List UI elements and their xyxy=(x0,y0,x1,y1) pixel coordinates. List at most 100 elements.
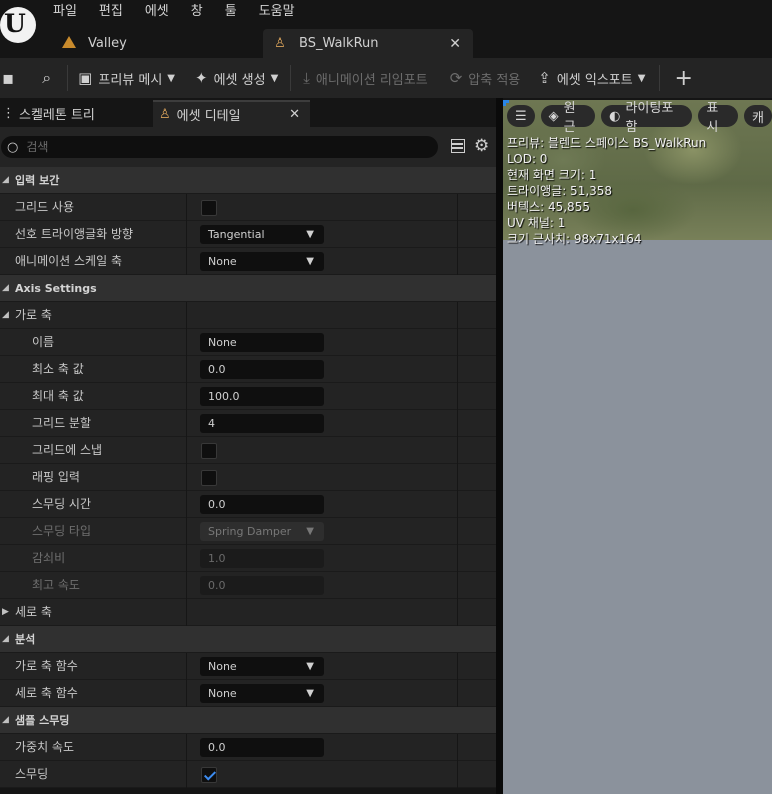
use-grid-checkbox[interactable] xyxy=(201,200,217,216)
details-icon: ♙ xyxy=(159,107,171,122)
chevron-down-icon: ▼ xyxy=(306,229,314,240)
stat-line: 트라이앵글: 51,358 xyxy=(507,184,613,198)
property-row: 최대 축 값 100.0 xyxy=(0,383,496,410)
save-button[interactable]: ▪ xyxy=(2,58,20,98)
smoothing-type-dropdown[interactable]: Spring Damper ▼ xyxy=(200,522,324,541)
show-button[interactable]: 표시 xyxy=(698,101,739,135)
max-axis-input[interactable]: 100.0 xyxy=(200,387,324,406)
category-sample-smoothing[interactable]: ◢ 샘플 스무딩 xyxy=(0,707,496,734)
category-axis-settings[interactable]: ◢ Axis Settings xyxy=(0,275,496,302)
panel-splitter[interactable] xyxy=(496,98,503,794)
property-label: 가로 축 xyxy=(15,308,52,322)
search-box[interactable]: ○ xyxy=(1,136,438,158)
stat-line: UV 채널: 1 xyxy=(507,216,566,230)
smoothing-checkbox[interactable] xyxy=(201,767,217,783)
horizontal-axis-function-dropdown[interactable]: None ▼ xyxy=(200,657,324,676)
lit-sphere-icon: ◐ xyxy=(609,108,621,124)
weight-speed-input[interactable]: 0.0 xyxy=(200,738,324,757)
tab-valley[interactable]: Valley xyxy=(52,29,260,58)
property-label: 이름 xyxy=(32,335,55,349)
expand-arrow-icon[interactable]: ◢ xyxy=(2,626,9,653)
stat-line: 현재 화면 크기: 1 xyxy=(507,168,597,182)
property-label: 스무딩 타입 xyxy=(32,524,92,538)
menu-window[interactable]: 창 xyxy=(191,3,203,21)
menu-asset[interactable]: 에셋 xyxy=(145,3,169,21)
property-label: 최대 축 값 xyxy=(32,389,84,403)
viewport-floor xyxy=(503,240,772,794)
property-row: 래핑 입력 xyxy=(0,464,496,491)
create-asset-button[interactable]: ✦ 에셋 생성 ▼ xyxy=(195,58,278,98)
viewport-stats-overlay: 프리뷰: 블렌드 스페이스 BS_WalkRun LOD: 0 현재 화면 크기… xyxy=(507,135,706,247)
animation-scale-axis-dropdown[interactable]: None ▼ xyxy=(200,252,324,271)
expand-arrow-icon[interactable]: ◢ xyxy=(2,275,9,302)
unreal-logo[interactable]: U xyxy=(0,7,36,43)
more-button[interactable]: 캐 xyxy=(744,105,772,127)
snap-to-grid-checkbox[interactable] xyxy=(201,443,217,459)
close-icon[interactable]: ✕ xyxy=(289,107,300,122)
tab-skeleton-tree[interactable]: ⋮ 스켈레톤 트리 xyxy=(0,100,150,127)
max-speed-input[interactable]: 0.0 xyxy=(200,576,324,595)
reimport-button[interactable]: ⤓ 애니메이션 리임포트 xyxy=(303,58,427,98)
toolbar: ▪ ⌕ ▣ 프리뷰 메시 ▼ ✦ 에셋 생성 ▼ ⤓ 애니메이션 리임포트 ⟳ … xyxy=(0,58,772,98)
horizontal-axis-row[interactable]: ◢ 가로 축 xyxy=(0,302,496,329)
perspective-button[interactable]: ◈ 원근 xyxy=(540,101,596,135)
preview-mesh-button[interactable]: ▣ 프리뷰 메시 ▼ xyxy=(78,58,175,98)
lit-mode-button[interactable]: ◐ 라이팅포함 xyxy=(601,101,693,135)
reimport-icon: ⤓ xyxy=(303,69,310,87)
property-row: 스무딩 시간 0.0 xyxy=(0,491,496,518)
chevron-down-icon: ▼ xyxy=(306,688,314,699)
tab-bs-walkrun[interactable]: ♙ BS_WalkRun ✕ xyxy=(263,29,473,58)
category-analysis[interactable]: ◢ 분석 xyxy=(0,626,496,653)
table-view-icon[interactable] xyxy=(451,139,465,153)
stat-line: LOD: 0 xyxy=(507,152,548,166)
preview-viewport[interactable]: ☰ ◈ 원근 ◐ 라이팅포함 표시 캐 프리뷰: 블렌드 스페이스 BS_Wal… xyxy=(503,100,772,794)
tab-asset-details[interactable]: ♙ 에셋 디테일 ✕ xyxy=(153,100,310,127)
menu-file[interactable]: 파일 xyxy=(53,3,77,21)
wrap-input-checkbox[interactable] xyxy=(201,470,217,486)
expand-arrow-icon[interactable]: ▶ xyxy=(2,599,9,626)
browse-button[interactable]: ⌕ xyxy=(42,58,57,98)
damping-ratio-input[interactable]: 1.0 xyxy=(200,549,324,568)
export-asset-button[interactable]: ⇪ 에셋 익스포트 ▼ xyxy=(538,58,645,98)
expand-arrow-icon[interactable]: ◢ xyxy=(2,302,9,329)
viewport-menu-button[interactable]: ☰ xyxy=(507,105,535,127)
add-button[interactable]: + xyxy=(674,58,692,98)
menu-tools[interactable]: 툴 xyxy=(225,3,237,21)
close-icon[interactable]: ✕ xyxy=(449,36,461,52)
min-axis-input[interactable]: 0.0 xyxy=(200,360,324,379)
property-label: 그리드에 스냅 xyxy=(32,443,103,457)
search-icon: ○ xyxy=(7,139,19,155)
apply-compression-button[interactable]: ⟳ 압축 적용 xyxy=(450,58,521,98)
property-label: 가중치 속도 xyxy=(15,740,75,754)
property-row: 그리드에 스냅 xyxy=(0,437,496,464)
property-row: 이름 None xyxy=(0,329,496,356)
expand-arrow-icon[interactable]: ◢ xyxy=(2,707,9,734)
axis-name-input[interactable]: None xyxy=(200,333,324,352)
search-input[interactable] xyxy=(26,140,407,154)
gear-icon[interactable]: ⚙ xyxy=(474,136,489,156)
grid-divisions-input[interactable]: 4 xyxy=(200,414,324,433)
vertical-axis-row[interactable]: ▶ 세로 축 xyxy=(0,599,496,626)
triangulation-direction-dropdown[interactable]: Tangential ▼ xyxy=(200,225,324,244)
property-row: 애니메이션 스케일 축 None ▼ xyxy=(0,248,496,275)
reimport-label: 애니메이션 리임포트 xyxy=(315,72,428,88)
property-row: 감쇠비 1.0 xyxy=(0,545,496,572)
expand-arrow-icon[interactable]: ◢ xyxy=(2,167,9,194)
property-label: 그리드 사용 xyxy=(15,200,75,214)
category-input-interpolation[interactable]: ◢ 입력 보간 xyxy=(0,167,496,194)
smoothing-time-input[interactable]: 0.0 xyxy=(200,495,324,514)
property-label: 세로 축 xyxy=(15,605,52,619)
skeleton-icon: ⋮ xyxy=(2,106,15,121)
menu-edit[interactable]: 편집 xyxy=(99,3,123,21)
viewport-toolbar: ☰ ◈ 원근 ◐ 라이팅포함 표시 캐 xyxy=(507,101,772,135)
chevron-down-icon: ▼ xyxy=(270,72,279,84)
property-label: 감쇠비 xyxy=(32,551,66,565)
level-icon xyxy=(58,35,80,52)
property-label: 스무딩 시간 xyxy=(32,497,92,511)
show-label: 표시 xyxy=(706,101,719,135)
menu-help[interactable]: 도움말 xyxy=(259,3,295,21)
stat-line: 크기 근사치: 98x71x164 xyxy=(507,232,642,246)
vertical-axis-function-dropdown[interactable]: None ▼ xyxy=(200,684,324,703)
property-label: 애니메이션 스케일 축 xyxy=(15,254,122,268)
property-label: 선호 트라이앵글화 방향 xyxy=(15,227,134,241)
